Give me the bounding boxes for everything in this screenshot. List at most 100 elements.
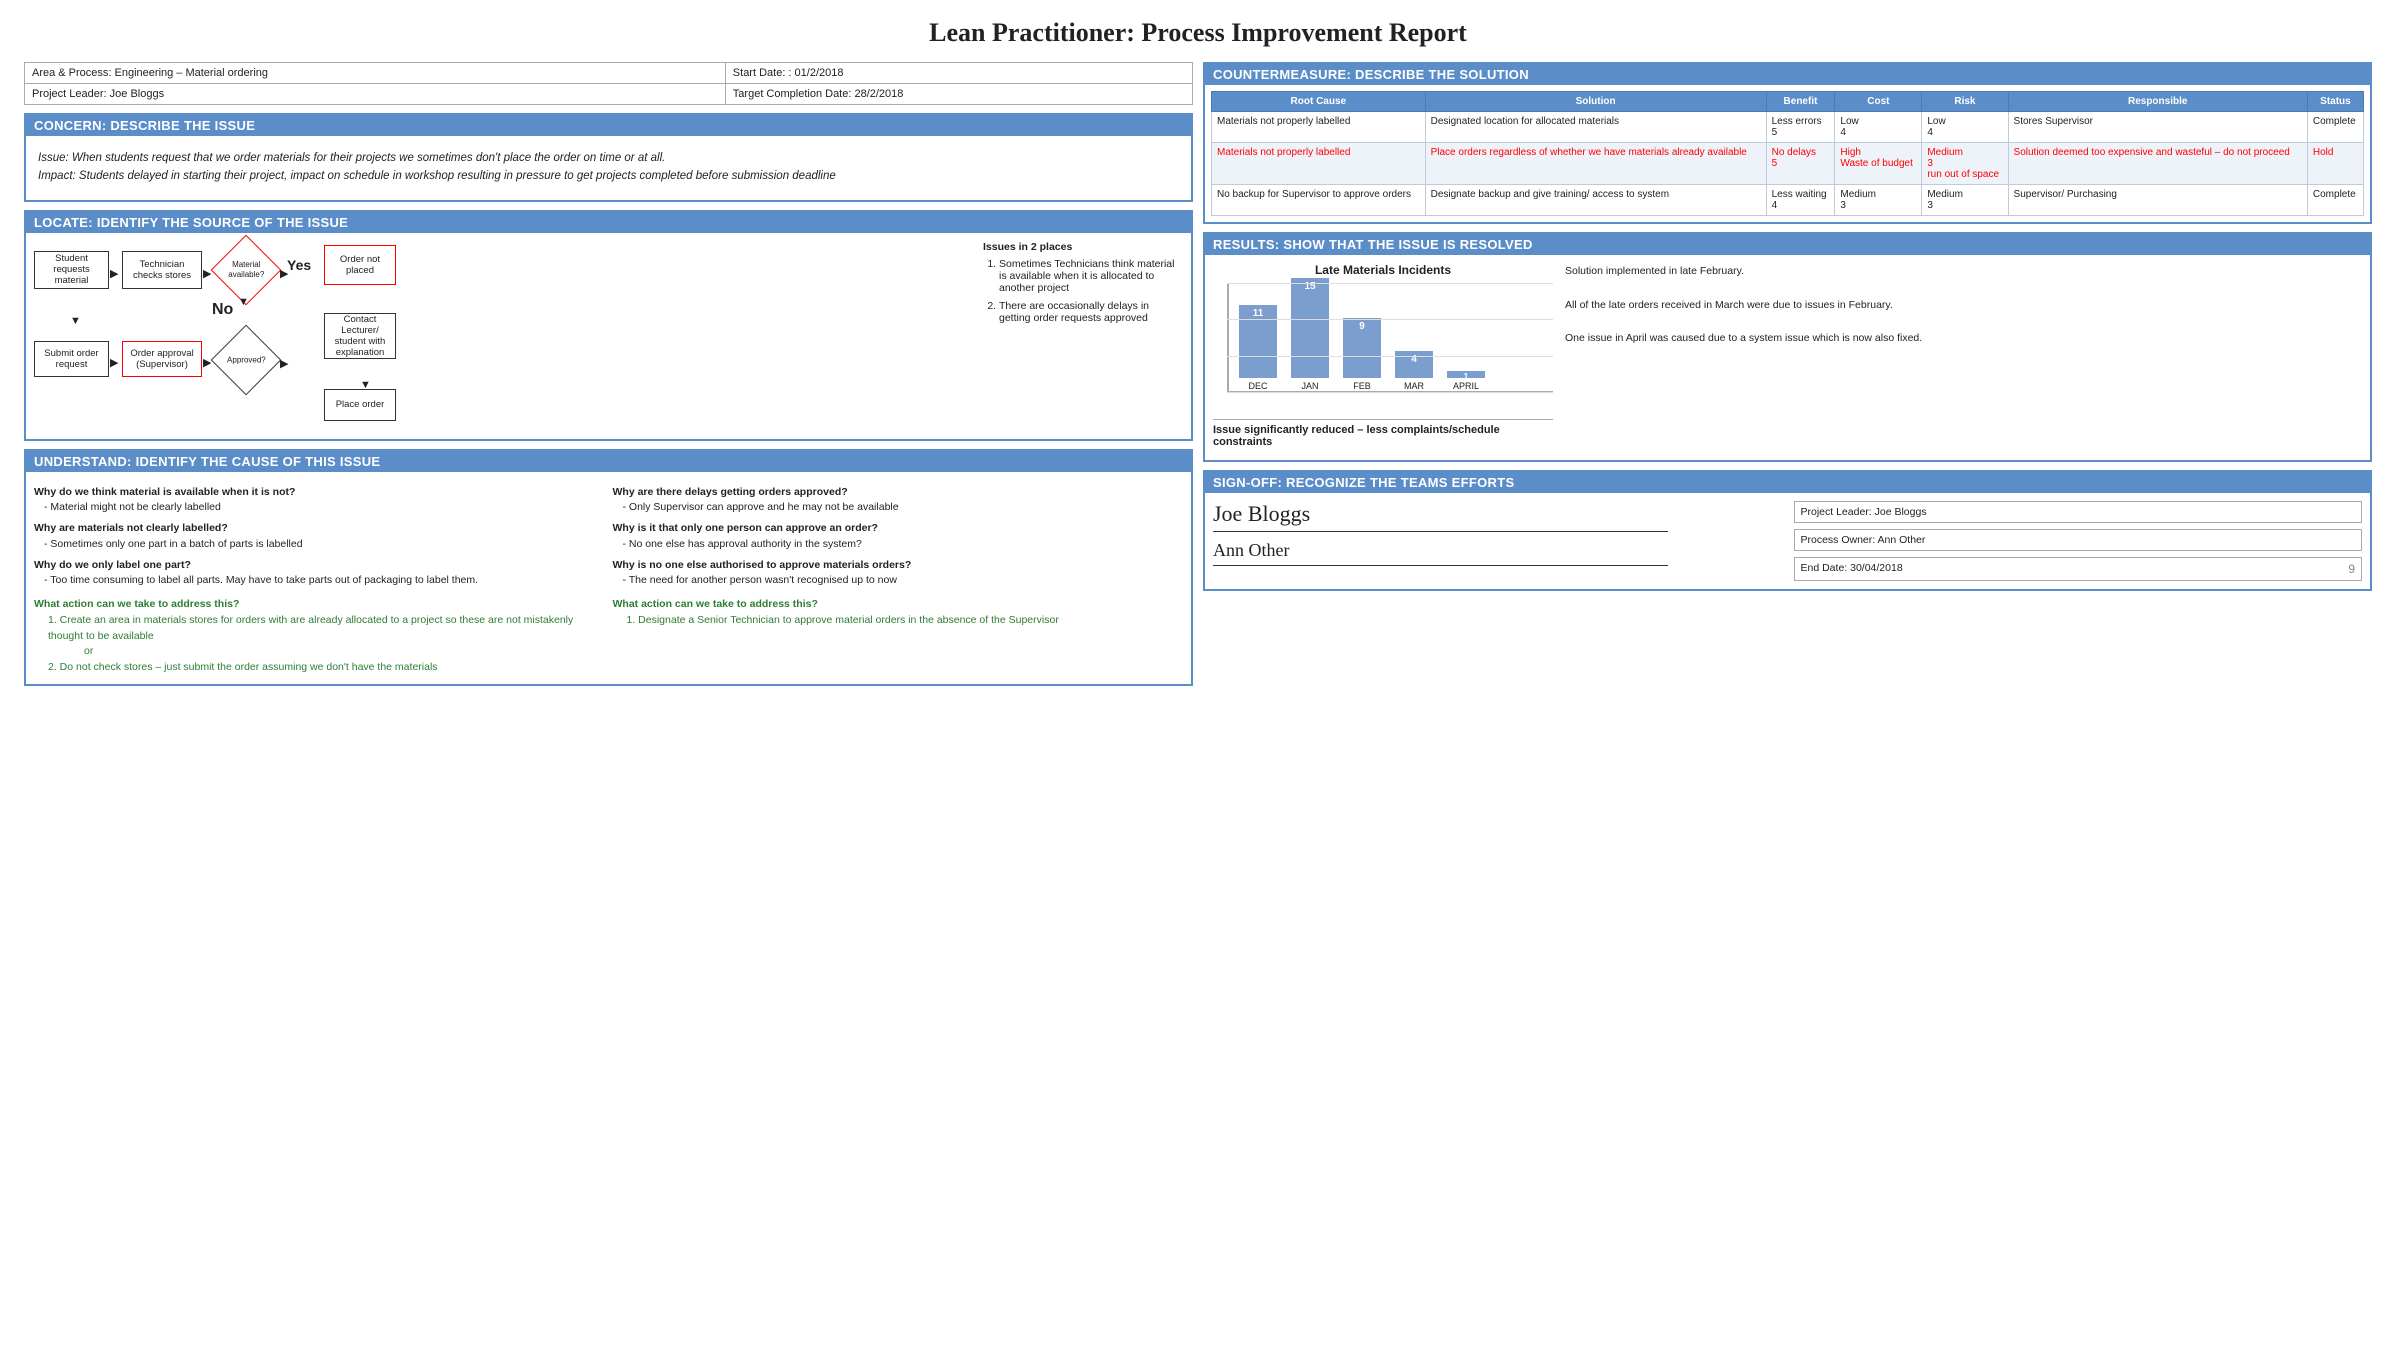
cm-row-3: No backup for Supervisor to approve orde…	[1212, 185, 2364, 216]
rq2: Why is it that only one person can appro…	[613, 521, 1184, 537]
flow-material-diamond: Materialavailable?	[211, 234, 282, 305]
cm-r3-status: Complete	[2307, 185, 2363, 216]
countermeasure-section: COUNTERMEASURE: DESCRIBE THE SOLUTION Ro…	[1203, 62, 2372, 224]
cm-r1-benefit: Less errors5	[1766, 112, 1835, 143]
no-label: No	[212, 301, 233, 319]
issue-item-1: Sometimes Technicians think material is …	[999, 258, 1183, 294]
cm-r3-risk: Medium3	[1922, 185, 2008, 216]
flow-order-not-placed-label: Order not placed	[328, 254, 392, 276]
understand-cols: Why do we think material is available wh…	[34, 480, 1183, 676]
cm-header-row: Root Cause Solution Benefit Cost Risk Re…	[1212, 92, 2364, 112]
cm-r1-status: Complete	[2307, 112, 2363, 143]
results-body: Late Materials Incidents 11	[1205, 255, 2370, 460]
understand-body: Why do we think material is available wh…	[26, 472, 1191, 684]
signoff-header: SIGN-OFF: RECOGNIZE THE TEAMS EFFORTS	[1205, 472, 2370, 493]
chart-area: Late Materials Incidents 11	[1213, 263, 1553, 452]
end-date-field: End Date: 30/04/2018 9	[1794, 557, 2363, 581]
right-action-heading: What action can we take to address this?	[613, 597, 1184, 613]
arrow-3: ▶	[110, 356, 118, 369]
header-row-2: Project Leader: Joe Bloggs Target Comple…	[25, 84, 1193, 105]
countermeasure-table: Root Cause Solution Benefit Cost Risk Re…	[1211, 91, 2364, 216]
arrow-1: ▶	[110, 267, 118, 280]
cm-r1-rootcause: Materials not properly labelled	[1212, 112, 1426, 143]
yes-label: Yes	[287, 257, 311, 273]
bar-feb-rect: 9	[1343, 318, 1381, 378]
chart-title: Late Materials Incidents	[1213, 263, 1553, 277]
cm-r1-solution: Designated location for allocated materi…	[1425, 112, 1766, 143]
cm-th-status: Status	[2307, 92, 2363, 112]
sig1-name: Joe Bloggs	[1213, 501, 1782, 527]
end-date-text: End Date: 30/04/2018	[1801, 562, 1903, 576]
cm-r1-responsible: Stores Supervisor	[2008, 112, 2307, 143]
process-owner-field: Process Owner: Ann Other	[1794, 529, 2363, 551]
arrow-no: ▼	[238, 296, 249, 308]
flow-approved-diamond-wrapper: Approved?	[212, 335, 280, 385]
right-column: COUNTERMEASURE: DESCRIBE THE SOLUTION Ro…	[1203, 62, 2372, 686]
area-process-cell: Area & Process: Engineering – Material o…	[25, 63, 726, 84]
bar-april-rect: 1	[1447, 371, 1485, 378]
bar-mar-label: MAR	[1404, 381, 1424, 391]
cm-th-risk: Risk	[1922, 92, 2008, 112]
flow-student-requests: Student requests material	[34, 251, 109, 289]
rq3: Why is no one else authorised to approve…	[613, 558, 1184, 574]
page-title: Lean Practitioner: Process Improvement R…	[24, 18, 2372, 48]
flow-approval-label: Order approval (Supervisor)	[126, 348, 198, 370]
flow-contact-lecturer: Contact Lecturer/ student with explanati…	[324, 313, 396, 359]
concern-text: Issue: When students request that we ord…	[34, 144, 1183, 192]
uq1: Why do we think material is available wh…	[34, 485, 605, 501]
signature-area: Joe Bloggs Ann Other	[1213, 501, 1782, 581]
countermeasure-header: COUNTERMEASURE: DESCRIBE THE SOLUTION	[1205, 64, 2370, 85]
arrow-6: ▼	[360, 379, 371, 391]
flowchart-area: Student requests material ▶ Technician c…	[34, 241, 1183, 431]
header-info-table: Area & Process: Engineering – Material o…	[24, 62, 1193, 105]
project-leader-cell: Project Leader: Joe Bloggs	[25, 84, 726, 105]
flow-student-label: Student requests material	[38, 253, 105, 286]
ua3: - Too time consuming to label all parts.…	[44, 573, 605, 589]
signoff-body: Joe Bloggs Ann Other Project Leader: Joe…	[1205, 493, 2370, 589]
locate-body: Student requests material ▶ Technician c…	[26, 233, 1191, 439]
flow-tech-label: Technician checks stores	[126, 259, 198, 281]
results-section: RESULTS: SHOW THAT THE ISSUE IS RESOLVED…	[1203, 232, 2372, 462]
cm-r2-responsible: Solution deemed too expensive and wastef…	[2008, 143, 2307, 185]
results-summary: Issue significantly reduced – less compl…	[1213, 419, 1553, 452]
bar-mar: 4 MAR	[1395, 351, 1433, 391]
arrow-7: ▼	[70, 315, 81, 327]
cm-r2-risk: Medium3run out of space	[1922, 143, 2008, 185]
left-action-2: 2. Do not check stores – just submit the…	[48, 660, 605, 676]
uq2: Why are materials not clearly labelled?	[34, 521, 605, 537]
project-leader-field: Project Leader: Joe Bloggs	[1794, 501, 2363, 523]
cm-r3-benefit: Less waiting4	[1766, 185, 1835, 216]
bar-feb: 9 FEB	[1343, 318, 1381, 391]
bar-feb-label: FEB	[1353, 381, 1371, 391]
issue-item-2: There are occasionally delays in getting…	[999, 300, 1183, 324]
cm-r3-rootcause: No backup for Supervisor to approve orde…	[1212, 185, 1426, 216]
cm-r3-responsible: Supervisor/ Purchasing	[2008, 185, 2307, 216]
concern-header: CONCERN: DESCRIBE THE ISSUE	[26, 115, 1191, 136]
uq3: Why do we only label one part?	[34, 558, 605, 574]
issues-ol: Sometimes Technicians think material is …	[983, 258, 1183, 324]
bar-april-label: APRIL	[1453, 381, 1479, 391]
cm-r2-solution: Place orders regardless of whether we ha…	[1425, 143, 1766, 185]
cm-row-1: Materials not properly labelled Designat…	[1212, 112, 2364, 143]
flow-approved-label: Approved?	[227, 355, 266, 365]
header-row-1: Area & Process: Engineering – Material o…	[25, 63, 1193, 84]
ra3: - The need for another person wasn't rec…	[623, 573, 1184, 589]
results-header: RESULTS: SHOW THAT THE ISSUE IS RESOLVED	[1205, 234, 2370, 255]
bar-chart: 11 DEC 15 JAN 9 FEB	[1227, 283, 1553, 393]
ua2: - Sometimes only one part in a batch of …	[44, 537, 605, 553]
flow-material-diamond-wrapper: Materialavailable?	[212, 245, 280, 295]
chart-container: 11 DEC 15 JAN 9 FEB	[1213, 283, 1553, 413]
cm-th-benefit: Benefit	[1766, 92, 1835, 112]
flow-approved-diamond: Approved?	[211, 324, 282, 395]
left-action-heading: What action can we take to address this?	[34, 597, 605, 613]
cm-r3-cost: Medium3	[1835, 185, 1922, 216]
understand-header: UNDERSTAND: IDENTIFY THE CAUSE OF THIS I…	[26, 451, 1191, 472]
understand-left: Why do we think material is available wh…	[34, 480, 605, 676]
cm-r3-solution: Designate backup and give training/ acce…	[1425, 185, 1766, 216]
rq1: Why are there delays getting orders appr…	[613, 485, 1184, 501]
ra1: - Only Supervisor can approve and he may…	[623, 500, 1184, 516]
right-action-1: 1. Designate a Senior Technician to appr…	[627, 613, 1184, 629]
understand-right: Why are there delays getting orders appr…	[613, 480, 1184, 676]
issues-list: Issues in 2 places Sometimes Technicians…	[983, 241, 1183, 328]
cm-r2-rootcause: Materials not properly labelled	[1212, 143, 1426, 185]
